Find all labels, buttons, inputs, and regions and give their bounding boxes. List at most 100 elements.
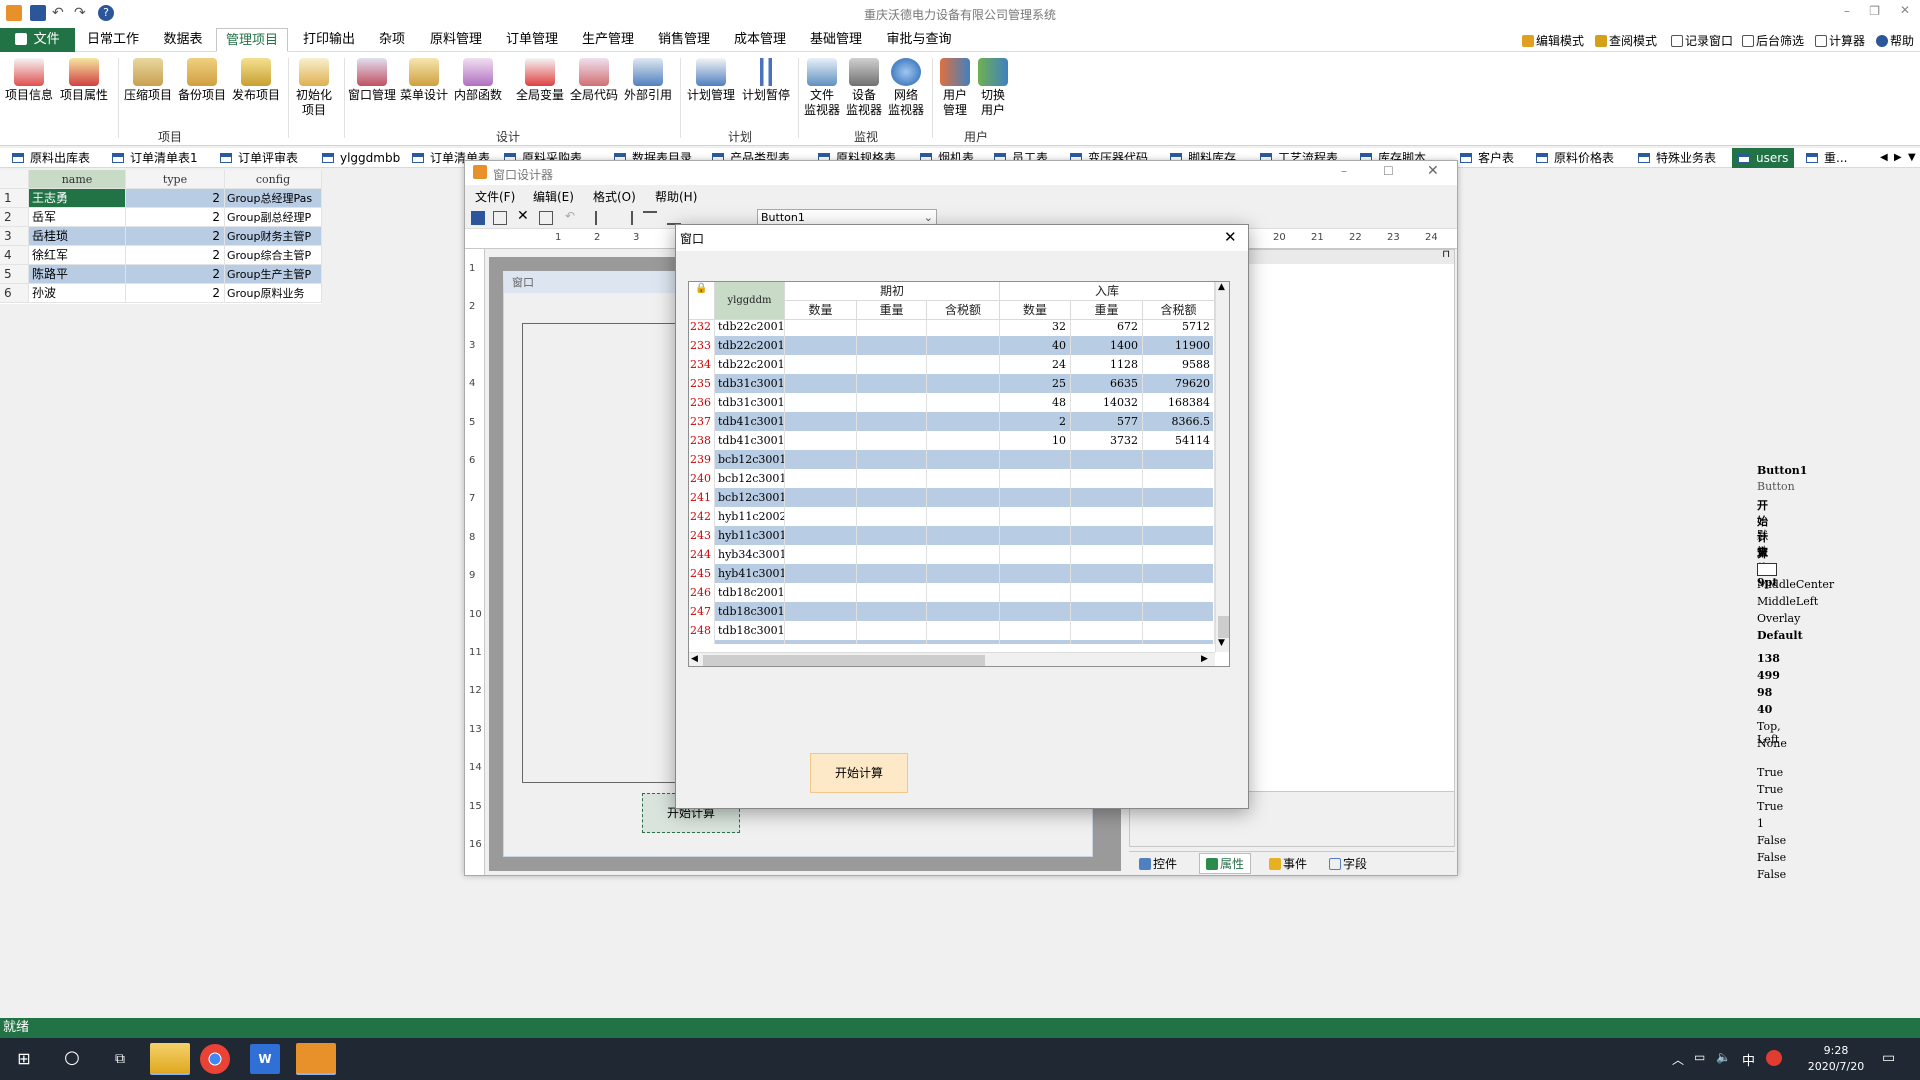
- table-cell[interactable]: [1000, 526, 1071, 545]
- column-header[interactable]: 含税额: [927, 301, 1000, 320]
- table-cell[interactable]: [857, 507, 927, 526]
- table-cell[interactable]: 2: [126, 208, 225, 227]
- table-cell[interactable]: 6: [0, 284, 29, 303]
- table-cell[interactable]: [785, 583, 857, 602]
- align-left-icon[interactable]: [595, 211, 609, 225]
- scroll-right-icon[interactable]: ▶: [1201, 654, 1208, 664]
- table-cell[interactable]: [857, 640, 927, 644]
- scroll-thumb-h[interactable]: [703, 655, 985, 666]
- record-window-button[interactable]: 记录窗口: [1671, 32, 1733, 50]
- table-cell[interactable]: bcb12c3001: [715, 450, 785, 469]
- table-cell[interactable]: [1000, 450, 1071, 469]
- doc-tab[interactable]: 原料价格表: [1536, 148, 1614, 168]
- table-cell[interactable]: [785, 336, 857, 355]
- table-cell[interactable]: [1071, 621, 1143, 640]
- windows-start-icon[interactable]: ⊞: [4, 1043, 44, 1075]
- init-project-button[interactable]: 初始化 项目: [292, 58, 336, 118]
- grid-lock-icon[interactable]: 🔒: [689, 282, 715, 320]
- designer-maximize-icon[interactable]: ☐: [1383, 164, 1394, 178]
- table-row[interactable]: 249tdb18c3001: [689, 640, 1215, 644]
- property-value[interactable]: MiddleCenter: [1757, 578, 1834, 591]
- column-header[interactable]: 重量: [857, 301, 927, 320]
- volume-icon[interactable]: 🔈: [1716, 1050, 1731, 1064]
- table-cell[interactable]: [857, 526, 927, 545]
- table-cell[interactable]: [857, 374, 927, 393]
- table-cell[interactable]: [1000, 469, 1071, 488]
- table-row[interactable]: 248 tdb18c3001: [689, 621, 1215, 640]
- table-cell[interactable]: [927, 320, 1000, 336]
- scroll-thumb[interactable]: [1218, 616, 1229, 638]
- table-row[interactable]: 240 bcb12c3001: [689, 469, 1215, 488]
- property-value[interactable]: 499: [1757, 669, 1780, 682]
- table-cell[interactable]: [1071, 450, 1143, 469]
- user-manage-button[interactable]: 用户 管理: [936, 58, 974, 118]
- table-cell[interactable]: [1000, 507, 1071, 526]
- table-cell[interactable]: [1071, 469, 1143, 488]
- table-cell[interactable]: [857, 564, 927, 583]
- table-cell[interactable]: 2: [1000, 412, 1071, 431]
- table-cell[interactable]: [785, 469, 857, 488]
- table-cell[interactable]: [1000, 488, 1071, 507]
- column-header[interactable]: 数量: [785, 301, 857, 320]
- property-value[interactable]: False: [1757, 851, 1786, 864]
- property-value[interactable]: 1: [1757, 817, 1764, 830]
- restore-icon[interactable]: ❐: [1869, 4, 1880, 18]
- table-cell[interactable]: [1143, 602, 1215, 621]
- table-cell[interactable]: [927, 507, 1000, 526]
- file-menu[interactable]: 文件: [0, 28, 75, 52]
- table-cell[interactable]: [785, 602, 857, 621]
- column-header[interactable]: name: [29, 170, 126, 189]
- table-cell[interactable]: Group总经理Pas: [225, 189, 322, 208]
- undo-icon[interactable]: ↶: [565, 209, 575, 223]
- tab-cost[interactable]: 成本管理: [724, 28, 796, 52]
- tab-controls[interactable]: 控件: [1139, 855, 1177, 872]
- table-cell[interactable]: tdb31c3001: [715, 374, 785, 393]
- table-row[interactable]: 6 孙波 2 Group原料业务: [0, 284, 322, 303]
- table-cell[interactable]: 2: [126, 246, 225, 265]
- table-cell[interactable]: [1071, 564, 1143, 583]
- window-manage-button[interactable]: 窗口管理: [346, 58, 398, 103]
- table-row[interactable]: 232 tdb22c2001 32 672 5712: [689, 320, 1215, 336]
- table-cell[interactable]: [785, 320, 857, 336]
- table-cell[interactable]: 2: [126, 227, 225, 246]
- table-cell[interactable]: Group副总经理P: [225, 208, 322, 227]
- table-cell[interactable]: 王志勇: [29, 189, 126, 208]
- table-cell[interactable]: [927, 621, 1000, 640]
- sogou-icon[interactable]: [1766, 1050, 1782, 1066]
- property-value[interactable]: True: [1757, 766, 1783, 779]
- table-cell[interactable]: [927, 431, 1000, 450]
- table-cell[interactable]: 25: [1000, 374, 1071, 393]
- table-cell[interactable]: 岳桂琐: [29, 227, 126, 246]
- property-value[interactable]: Overlay: [1757, 612, 1800, 625]
- property-value[interactable]: 98: [1757, 686, 1772, 699]
- clock[interactable]: 9:28 2020/7/20: [1796, 1043, 1876, 1075]
- table-cell[interactable]: [1000, 640, 1071, 644]
- file-monitor-button[interactable]: 文件 监视器: [802, 58, 842, 118]
- table-cell[interactable]: 2: [126, 265, 225, 284]
- network-monitor-button[interactable]: 网络 监视器: [886, 58, 926, 118]
- table-cell[interactable]: 24: [1000, 355, 1071, 374]
- table-cell[interactable]: [1000, 545, 1071, 564]
- table-cell[interactable]: [1143, 640, 1215, 644]
- align-top-icon[interactable]: [643, 211, 657, 225]
- property-value[interactable]: True: [1757, 783, 1783, 796]
- designer-close-icon[interactable]: ✕: [1427, 163, 1439, 179]
- table-cell[interactable]: [1000, 564, 1071, 583]
- tab-properties[interactable]: 属性: [1199, 853, 1252, 874]
- table-cell[interactable]: tdb18c3001: [715, 602, 785, 621]
- internal-func-button[interactable]: 内部函数: [452, 58, 504, 103]
- doc-tab[interactable]: 特殊业务表: [1638, 148, 1716, 168]
- table-cell[interactable]: 32: [1000, 320, 1071, 336]
- table-cell[interactable]: [1071, 488, 1143, 507]
- table-cell[interactable]: 陈路平: [29, 265, 126, 284]
- table-cell[interactable]: 8366.5: [1143, 412, 1215, 431]
- table-cell[interactable]: [927, 526, 1000, 545]
- table-cell[interactable]: [1071, 602, 1143, 621]
- table-cell[interactable]: [785, 450, 857, 469]
- table-cell[interactable]: [927, 374, 1000, 393]
- table-cell[interactable]: 11900: [1143, 336, 1215, 355]
- table-cell[interactable]: 48: [1000, 393, 1071, 412]
- table-cell[interactable]: [785, 545, 857, 564]
- table-cell[interactable]: [1071, 526, 1143, 545]
- doc-tab[interactable]: 订单评审表: [220, 148, 298, 168]
